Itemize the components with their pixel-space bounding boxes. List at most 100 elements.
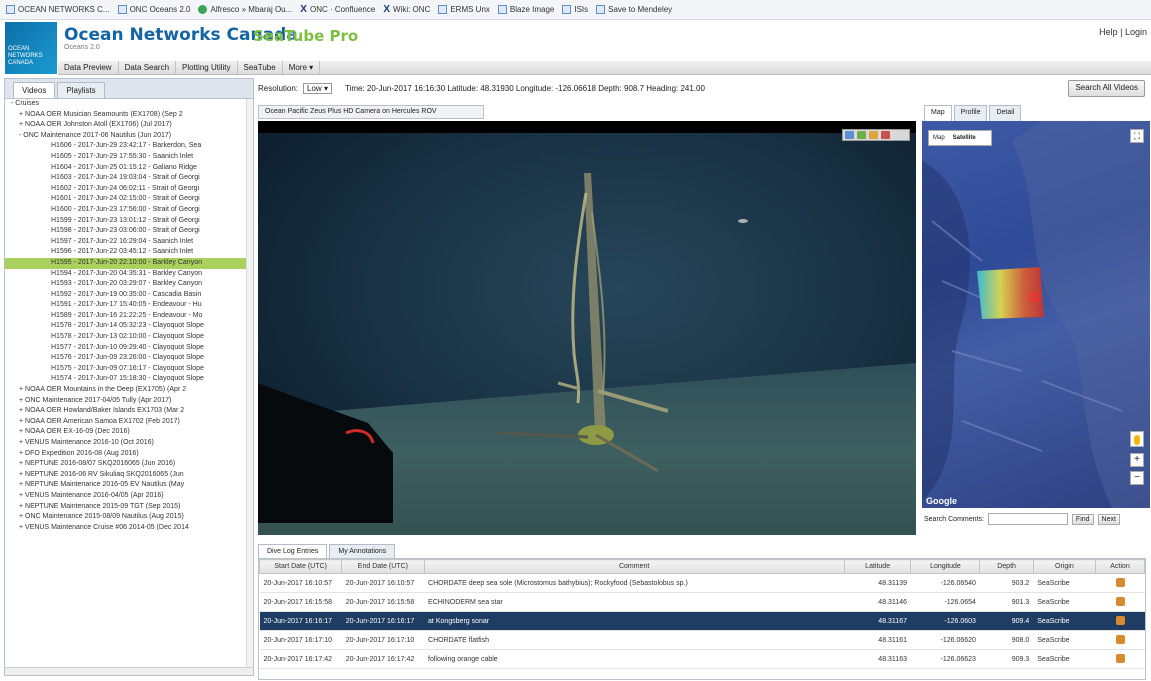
- bookmark-item[interactable]: OCEAN NETWORKS C...: [6, 5, 110, 14]
- search-all-videos-button[interactable]: Search All Videos: [1068, 80, 1145, 97]
- cruise-tree-item[interactable]: + NOAA OER Musician Seamounts (EX1708) (…: [5, 110, 253, 121]
- settings-icon[interactable]: [869, 131, 878, 139]
- column-comment[interactable]: Comment: [423, 559, 845, 574]
- tab-detail[interactable]: Detail: [989, 105, 1022, 121]
- dive-tree-item[interactable]: H1592 - 2017-Jun-19 00:35:00 - Cascadia …: [5, 290, 253, 301]
- dive-tree-item[interactable]: H1605 - 2017-Jun-29 17:55:30 - Saanich I…: [5, 152, 253, 163]
- column-end-date[interactable]: End Date (UTC): [341, 559, 425, 574]
- edit-annotation-icon[interactable]: [1115, 615, 1125, 625]
- table-row[interactable]: 20-Jun-2017 16:16:17 20-Jun-2017 16:16:17…: [259, 611, 1145, 631]
- menu-plotting-utility[interactable]: Plotting Utility: [176, 61, 238, 74]
- bookmark-item[interactable]: X Wiki: ONC: [383, 5, 430, 15]
- tab-videos[interactable]: Videos: [13, 82, 56, 98]
- map-type-satellite[interactable]: Satellite: [949, 135, 980, 141]
- column-longitude[interactable]: Longitude: [910, 559, 981, 574]
- cruise-tree-item[interactable]: + NEPTUNE 2016-08/07 SKQ2016065 (Jun 201…: [5, 459, 253, 470]
- cruise-tree-item[interactable]: - ONC Maintenance 2017-06 Nautilus (Jun …: [5, 131, 253, 142]
- search-comments-input[interactable]: [987, 513, 1068, 525]
- video-player[interactable]: [258, 121, 916, 535]
- map-type-control[interactable]: Map Satellite: [928, 130, 992, 146]
- edit-annotation-icon[interactable]: [1115, 577, 1125, 587]
- column-depth[interactable]: Depth: [979, 559, 1034, 574]
- next-button[interactable]: Next: [1097, 513, 1120, 525]
- cruise-tree-item[interactable]: + VENUS Maintenance 2016-10 (Oct 2016): [5, 438, 253, 449]
- table-row[interactable]: 20-Jun-2017 16:10:57 20-Jun-2017 16:10:57…: [259, 573, 1145, 593]
- edit-annotation-icon[interactable]: [1115, 596, 1125, 606]
- bookmark-item[interactable]: ISIs: [562, 5, 588, 14]
- dive-tree-item[interactable]: H1598 - 2017-Jun-23 03:06:00 - Strait of…: [5, 226, 253, 237]
- edit-annotation-icon[interactable]: [1115, 634, 1125, 644]
- cruise-tree-item[interactable]: + NOAA OER American Samoa EX1702 (Feb 20…: [5, 417, 253, 428]
- dive-tree-item[interactable]: H1591 - 2017-Jun-17 15:40:05 - Endeavour…: [5, 300, 253, 311]
- dive-tree-item[interactable]: H1599 - 2017-Jun-23 13:01:12 - Strait of…: [5, 216, 253, 227]
- menu-data-search[interactable]: Data Search: [119, 61, 177, 74]
- cruise-tree-item[interactable]: - Cruises: [5, 99, 253, 110]
- dive-tree-item[interactable]: H1594 - 2017-Jun-20 04:35:31 - Barkley C…: [5, 269, 253, 280]
- map-type-map[interactable]: Map: [929, 135, 949, 141]
- table-row[interactable]: 20-Jun-2017 16:17:42 20-Jun-2017 16:17:42…: [259, 649, 1145, 669]
- bookmark-item[interactable]: ONC Oceans 2.0: [117, 5, 190, 14]
- table-row[interactable]: 20-Jun-2017 16:17:10 20-Jun-2017 16:17:10…: [259, 630, 1145, 650]
- column-action[interactable]: Action: [1095, 559, 1145, 574]
- dive-tree-item[interactable]: H1596 - 2017-Jun-22 03:45:12 - Saanich I…: [5, 247, 253, 258]
- dive-tree-item[interactable]: H1595 - 2017-Jun-20 22:10:00 - Barkley C…: [5, 257, 253, 269]
- dive-tree-item[interactable]: H1589 - 2017-Jun-16 21:22:25 - Endeavour…: [5, 311, 253, 322]
- zoom-in-button[interactable]: +: [1130, 453, 1144, 467]
- cruise-tree-item[interactable]: + DFO Expedition 2016-08 (Aug 2016): [5, 449, 253, 460]
- cruise-tree-item[interactable]: + NEPTUNE Maintenance 2016-05 EV Nautilu…: [5, 480, 253, 491]
- dive-tree-item[interactable]: H1604 - 2017-Jun-25 01:15:12 - Galiano R…: [5, 163, 253, 174]
- dive-tree-item[interactable]: H1603 - 2017-Jun-24 19:03:04 - Strait of…: [5, 173, 253, 184]
- tab-map[interactable]: Map: [924, 105, 952, 121]
- find-button[interactable]: Find: [1071, 513, 1094, 525]
- dive-tree-item[interactable]: H1606 - 2017-Jun-29 23:42:17 - Barkerdon…: [5, 141, 253, 152]
- dive-tree-item[interactable]: H1593 - 2017-Jun-20 03:29:07 - Barkley C…: [5, 279, 253, 290]
- dive-tree-item[interactable]: H1600 - 2017-Jun-23 17:56:00 - Strait of…: [5, 205, 253, 216]
- cruise-tree-item[interactable]: + ONC Maintenance 2015-08/09 Nautilus (A…: [5, 512, 253, 523]
- dive-tree-item[interactable]: H1578 - 2017-Jun-14 05:32:23 - Clayoquot…: [5, 321, 253, 332]
- help-login-link[interactable]: Help | Login: [1099, 27, 1147, 37]
- tab-dive-log-entries[interactable]: Dive Log Entries: [258, 544, 328, 558]
- dive-tree-item[interactable]: H1576 - 2017-Jun-09 23:26:00 - Clayoquot…: [5, 353, 253, 364]
- map-view[interactable]: Map Satellite ⛶ + − Google: [922, 121, 1150, 508]
- cruise-tree-item[interactable]: + NOAA OER Mountains in the Deep (EX1705…: [5, 385, 253, 396]
- cruise-tree-item[interactable]: + NOAA OER Johnston Atoll (EX1706) (Jul …: [5, 120, 253, 131]
- fullscreen-icon[interactable]: ⛶: [1130, 129, 1144, 143]
- tab-profile[interactable]: Profile: [953, 105, 988, 121]
- cruise-tree-item[interactable]: + VENUS Maintenance Cruise #06 2014-05 (…: [5, 523, 253, 534]
- cruise-tree-item[interactable]: + NOAA OER Howland/Baker Islands EX1703 …: [5, 406, 253, 417]
- bookmark-item[interactable]: X ONC · Confluence: [300, 5, 375, 15]
- column-origin[interactable]: Origin: [1032, 559, 1097, 574]
- table-row[interactable]: 20-Jun-2017 16:15:58 20-Jun-2017 16:15:58…: [259, 592, 1145, 612]
- cruise-tree-item[interactable]: + NEPTUNE 2016-06 RV Sikuliaq SKQ2016065…: [5, 470, 253, 481]
- tab-playlists[interactable]: Playlists: [57, 82, 105, 98]
- dive-tree-item[interactable]: H1577 - 2017-Jun-10 09:29:40 - Clayoquot…: [5, 343, 253, 354]
- dive-tree-item[interactable]: H1575 - 2017-Jun-09 07:16:17 - Clayoquot…: [5, 364, 253, 375]
- menu-seatube[interactable]: SeaTube: [238, 61, 283, 74]
- dive-tree-item[interactable]: H1574 - 2017-Jun-07 15:18:30 - Clayoquot…: [5, 374, 253, 385]
- bookmark-item[interactable]: ERMS Unx: [438, 5, 490, 14]
- cruise-tree-item[interactable]: + VENUS Maintenance 2016-04/05 (Apr 2016…: [5, 491, 253, 502]
- tree-horizontal-scrollbar[interactable]: [5, 667, 253, 675]
- close-icon[interactable]: [881, 131, 890, 139]
- video-camera-tab[interactable]: Ocean Pacific Zeus Plus HD Camera on Her…: [258, 105, 484, 119]
- menu-data-preview[interactable]: Data Preview: [58, 61, 119, 74]
- cruise-tree-item[interactable]: + NEPTUNE Maintenance 2015-09 TGT (Sep 2…: [5, 502, 253, 513]
- tab-my-annotations[interactable]: My Annotations: [329, 544, 396, 558]
- dive-tree-item[interactable]: H1601 - 2017-Jun-24 02:15:00 - Strait of…: [5, 194, 253, 205]
- column-latitude[interactable]: Latitude: [843, 559, 912, 574]
- snapshot-icon[interactable]: [857, 131, 866, 139]
- edit-annotation-icon[interactable]: [1115, 653, 1125, 663]
- bookmark-item[interactable]: Save to Mendeley: [596, 5, 672, 14]
- column-start-date[interactable]: Start Date (UTC): [259, 559, 343, 574]
- tree-vertical-scrollbar[interactable]: [246, 99, 253, 667]
- dive-tree-item[interactable]: H1597 - 2017-Jun-22 16:29:04 - Saanich I…: [5, 237, 253, 248]
- resolution-select[interactable]: Low ▾: [303, 82, 332, 94]
- pegman-icon[interactable]: [1130, 431, 1144, 447]
- dive-tree-item[interactable]: H1602 - 2017-Jun-24 06:02:11 - Strait of…: [5, 184, 253, 195]
- menu-more[interactable]: More ▾: [283, 61, 321, 74]
- play-icon[interactable]: [845, 131, 854, 139]
- dive-tree-item[interactable]: H1578 - 2017-Jun-13 02:10:00 - Clayoquot…: [5, 332, 253, 343]
- bookmark-item[interactable]: Blaze Image: [497, 5, 554, 14]
- bookmark-item[interactable]: Alfresco » Mbaraj Ou...: [198, 5, 292, 14]
- cruise-tree-item[interactable]: + ONC Maintenance 2017-04/05 Tully (Apr …: [5, 396, 253, 407]
